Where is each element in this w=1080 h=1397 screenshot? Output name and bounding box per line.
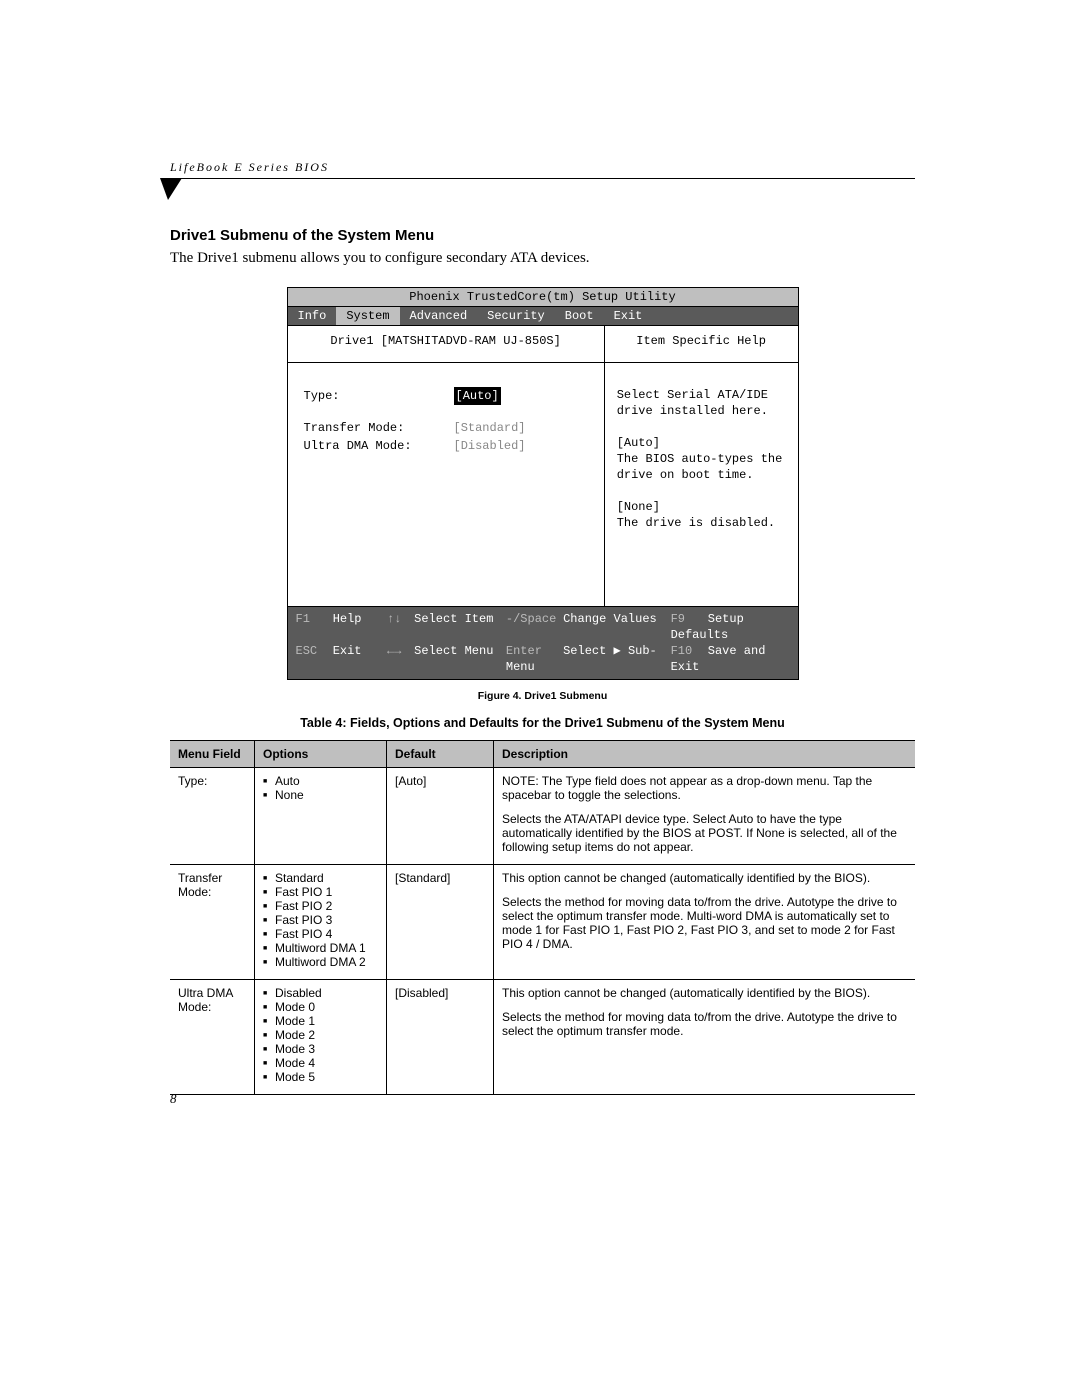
cell-description: NOTE: The Type field does not appear as … (494, 768, 916, 865)
option-item: Multiword DMA 1 (263, 941, 378, 955)
bios-help-line: [None] (617, 499, 786, 515)
description-paragraph: This option cannot be changed (automatic… (502, 871, 907, 885)
bios-tab-system[interactable]: System (336, 307, 399, 325)
bios-tab-info[interactable]: Info (288, 307, 337, 325)
cell-options: DisabledMode 0Mode 1Mode 2Mode 3Mode 4Mo… (255, 980, 387, 1095)
bios-help-line (617, 483, 786, 499)
bios-field-label: Transfer Mode: (304, 419, 454, 437)
bios-key-action: Select Menu (407, 644, 493, 658)
bios-key: -/Space (506, 611, 556, 627)
option-item: Mode 3 (263, 1042, 378, 1056)
bios-help-body: Select Serial ATA/IDEdrive installed her… (605, 363, 798, 555)
table-row: Ultra DMA Mode:DisabledMode 0Mode 1Mode … (170, 980, 915, 1095)
bios-key: F10 (671, 643, 701, 659)
option-item: Mode 2 (263, 1028, 378, 1042)
bios-window: Phoenix TrustedCore(tm) Setup Utility In… (287, 287, 799, 680)
table-row: Type:AutoNone[Auto]NOTE: The Type field … (170, 768, 915, 865)
bios-help-title: Item Specific Help (605, 326, 798, 363)
fields-table: Menu FieldOptionsDefaultDescription Type… (170, 740, 915, 1095)
bios-field-label: Ultra DMA Mode: (304, 437, 454, 455)
bios-submenu-title: Drive1 [MATSHITADVD-RAM UJ-850S] (288, 326, 604, 363)
option-item: Mode 0 (263, 1000, 378, 1014)
bios-help-line: The drive is disabled. (617, 515, 786, 531)
description-paragraph: NOTE: The Type field does not appear as … (502, 774, 907, 802)
table-header: Description (494, 741, 916, 768)
bios-tab-exit[interactable]: Exit (604, 307, 653, 325)
bios-help-line: Select Serial ATA/IDE (617, 387, 786, 403)
cell-default: [Auto] (387, 768, 494, 865)
bios-help-line: [Auto] (617, 435, 786, 451)
figure-caption: Figure 4. Drive1 Submenu (170, 690, 915, 702)
table-caption: Table 4: Fields, Options and Defaults fo… (170, 716, 915, 730)
bios-help-line: drive installed here. (617, 403, 786, 419)
section-intro: The Drive1 submenu allows you to configu… (170, 250, 915, 267)
table-row: Transfer Mode:StandardFast PIO 1Fast PIO… (170, 865, 915, 980)
description-paragraph: Selects the method for moving data to/fr… (502, 895, 907, 951)
option-item: Fast PIO 4 (263, 927, 378, 941)
arrow-icon: ←→ (387, 643, 407, 659)
bios-field-value: [Disabled] (454, 437, 526, 455)
bios-key: F9 (671, 611, 701, 627)
option-item: Mode 4 (263, 1056, 378, 1070)
description-paragraph: Selects the ATA/ATAPI device type. Selec… (502, 812, 907, 854)
cell-default: [Standard] (387, 865, 494, 980)
description-paragraph: This option cannot be changed (automatic… (502, 986, 907, 1000)
option-item: Mode 5 (263, 1070, 378, 1084)
cell-description: This option cannot be changed (automatic… (494, 865, 916, 980)
page-number: 8 (170, 1091, 177, 1107)
bios-key: F1 (296, 611, 326, 627)
option-item: Multiword DMA 2 (263, 955, 378, 969)
cell-menu-field: Type: (170, 768, 255, 865)
option-item: Mode 1 (263, 1014, 378, 1028)
option-item: Standard (263, 871, 378, 885)
bios-tab-advanced[interactable]: Advanced (400, 307, 478, 325)
cell-description: This option cannot be changed (automatic… (494, 980, 916, 1095)
option-item: Auto (263, 774, 378, 788)
bios-field-label: Type: (304, 387, 454, 405)
bios-fields: Type:[Auto]Transfer Mode:[Standard]Ultra… (288, 363, 604, 479)
cell-options: AutoNone (255, 768, 387, 865)
bios-field-value: [Standard] (454, 419, 526, 437)
cell-menu-field: Ultra DMA Mode: (170, 980, 255, 1095)
page-header: LifeBook E Series BIOS (170, 160, 915, 179)
option-item: Fast PIO 3 (263, 913, 378, 927)
cell-menu-field: Transfer Mode: (170, 865, 255, 980)
option-item: Fast PIO 1 (263, 885, 378, 899)
cell-options: StandardFast PIO 1Fast PIO 2Fast PIO 3Fa… (255, 865, 387, 980)
bios-help-line (617, 419, 786, 435)
bios-footer: F1 Help ↑↓ Select Item -/Space Change Valu… (288, 607, 798, 679)
bios-key-action: Exit (326, 644, 362, 658)
bios-help-line: The BIOS auto-types the (617, 451, 786, 467)
bios-key: ESC (296, 643, 326, 659)
bios-key: Enter (506, 643, 556, 659)
bios-key-action: Help (326, 612, 362, 626)
document-page: LifeBook E Series BIOS Drive1 Submenu of… (0, 0, 1080, 1397)
table-header: Default (387, 741, 494, 768)
option-item: None (263, 788, 378, 802)
bios-key-action: Select Item (407, 612, 493, 626)
table-header: Menu Field (170, 741, 255, 768)
section-title: Drive1 Submenu of the System Menu (170, 227, 915, 244)
bios-field-value[interactable]: [Auto] (454, 387, 501, 405)
bios-tab-boot[interactable]: Boot (555, 307, 604, 325)
option-item: Disabled (263, 986, 378, 1000)
bios-tabs: InfoSystemAdvancedSecurityBootExit (288, 307, 798, 326)
option-item: Fast PIO 2 (263, 899, 378, 913)
bios-tab-security[interactable]: Security (477, 307, 555, 325)
bios-key-action: Change Values (556, 612, 657, 626)
bios-help-line: drive on boot time. (617, 467, 786, 483)
description-paragraph: Selects the method for moving data to/fr… (502, 1010, 907, 1038)
cell-default: [Disabled] (387, 980, 494, 1095)
bios-title: Phoenix TrustedCore(tm) Setup Utility (288, 288, 798, 307)
corner-marker-icon (170, 179, 915, 199)
table-header: Options (255, 741, 387, 768)
arrow-icon: ↑↓ (387, 611, 407, 627)
